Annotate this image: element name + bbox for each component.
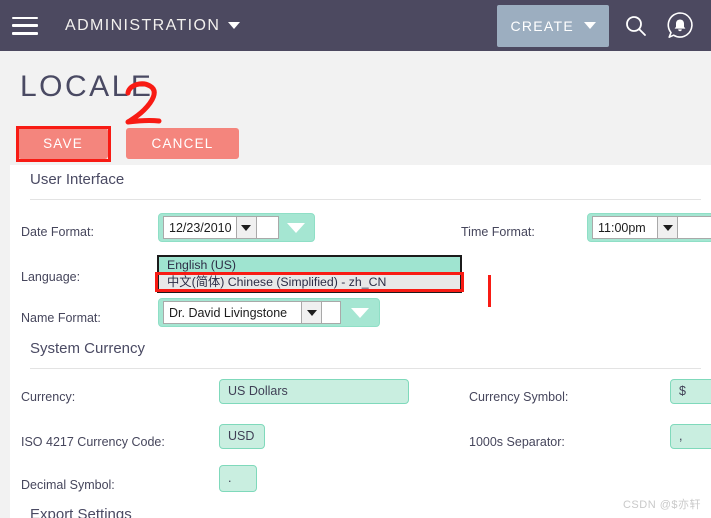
hamburger-menu-icon[interactable] xyxy=(12,16,38,35)
application-window: ADMINISTRATION CREATE LOCALE SAVE CANCEL… xyxy=(0,0,711,518)
name-format-select-wrapper[interactable]: Dr. David Livingstone xyxy=(158,298,380,327)
triangle-down-icon xyxy=(287,222,306,233)
label-name-format: Name Format: xyxy=(21,311,101,325)
nav-module-title[interactable]: ADMINISTRATION xyxy=(65,17,220,35)
chevron-down-icon[interactable] xyxy=(228,22,241,29)
date-format-dropdown-toggle[interactable] xyxy=(279,214,314,241)
section-divider xyxy=(30,368,701,369)
thousands-separator-input[interactable]: , xyxy=(670,424,711,449)
decimal-symbol-input[interactable]: . xyxy=(219,465,257,492)
date-format-value: 12/23/2010 xyxy=(169,220,232,235)
name-format-select[interactable]: Dr. David Livingstone xyxy=(163,301,323,324)
name-format-dropdown-toggle[interactable] xyxy=(341,299,379,326)
chevron-down-icon xyxy=(235,217,256,238)
language-option-english[interactable]: English (US) xyxy=(159,257,460,274)
currency-input[interactable]: US Dollars xyxy=(219,379,409,404)
top-navigation-bar: ADMINISTRATION CREATE xyxy=(0,0,711,51)
chevron-down-icon xyxy=(584,22,596,29)
page-title: LOCALE xyxy=(20,70,154,103)
language-option-chinese-simplified[interactable]: 中文(简体) Chinese (Simplified) - zh_CN xyxy=(159,274,460,291)
time-format-select-wrapper[interactable]: 11:00pm xyxy=(587,213,711,242)
create-button-label: CREATE xyxy=(510,17,574,34)
search-button[interactable] xyxy=(619,9,653,43)
section-heading-user-interface: User Interface xyxy=(30,171,125,188)
label-currency-symbol: Currency Symbol: xyxy=(469,390,569,404)
chevron-down-icon xyxy=(301,302,322,323)
currency-symbol-input[interactable]: $ xyxy=(670,379,711,404)
bell-notification-icon xyxy=(667,11,693,38)
time-format-select[interactable]: 11:00pm xyxy=(592,216,678,239)
name-format-value: Dr. David Livingstone xyxy=(169,305,288,320)
name-format-select-filler xyxy=(322,301,342,324)
save-button[interactable]: SAVE xyxy=(18,128,108,159)
form-action-buttons: SAVE CANCEL xyxy=(18,128,239,159)
topbar-actions: CREATE xyxy=(497,4,697,47)
chevron-down-icon xyxy=(657,217,677,238)
csdn-watermark: CSDN @$亦轩 xyxy=(622,499,701,511)
search-icon xyxy=(626,15,646,36)
label-decimal-symbol: Decimal Symbol: xyxy=(21,478,115,492)
settings-panel: User Interface Date Format: 12/23/2010 T… xyxy=(10,165,711,518)
label-currency: Currency: xyxy=(21,390,76,404)
iso-currency-code-input[interactable]: USD xyxy=(219,424,265,449)
label-time-format: Time Format: xyxy=(461,225,535,239)
label-language: Language: xyxy=(21,270,81,284)
date-format-select[interactable]: 12/23/2010 xyxy=(163,216,257,239)
date-format-select-filler xyxy=(256,216,279,239)
label-date-format: Date Format: xyxy=(21,225,94,239)
triangle-down-icon xyxy=(351,307,370,318)
section-divider xyxy=(30,199,701,200)
section-heading-export-settings: Export Settings xyxy=(30,506,132,518)
time-format-value: 11:00pm xyxy=(598,220,646,235)
notifications-button[interactable] xyxy=(663,9,697,43)
language-dropdown-list[interactable]: English (US) 中文(简体) Chinese (Simplified)… xyxy=(157,255,462,293)
label-thousands-separator: 1000s Separator: xyxy=(469,435,565,449)
label-iso-code: ISO 4217 Currency Code: xyxy=(21,435,165,449)
create-button[interactable]: CREATE xyxy=(497,4,609,47)
cancel-button[interactable]: CANCEL xyxy=(126,128,239,159)
time-format-select-filler xyxy=(678,216,711,239)
date-format-select-wrapper[interactable]: 12/23/2010 xyxy=(158,213,315,242)
section-heading-system-currency: System Currency xyxy=(30,340,146,357)
